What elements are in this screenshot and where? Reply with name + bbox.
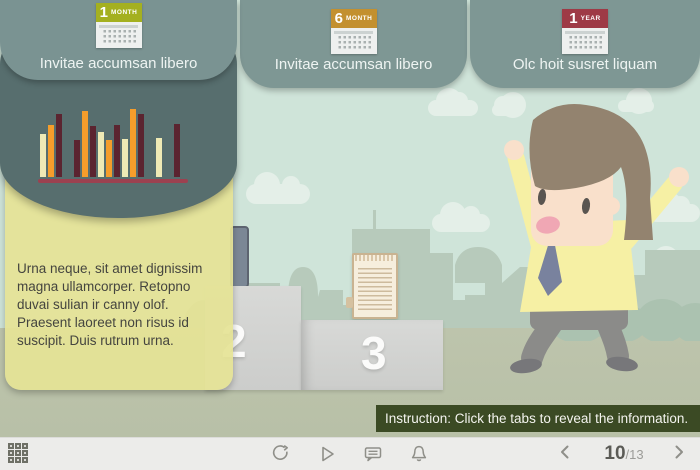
play-icon[interactable]: [316, 443, 338, 465]
calendar-icon: 1 YEAR: [562, 9, 608, 54]
next-slide-icon[interactable]: [670, 443, 692, 465]
calendar-strip: [99, 25, 139, 28]
tab1-body-text: Urna neque, sit amet dignissim magna ull…: [17, 260, 223, 350]
current-slide: 10: [604, 443, 625, 465]
celebrating-businessman: [478, 90, 700, 380]
tab-label: Olc hoit susret liquam: [470, 56, 700, 73]
player-controls: [270, 438, 430, 470]
tab-1-year[interactable]: 1 YEAR Olc hoit susret liquam: [470, 0, 700, 88]
player-bar: 10/13: [0, 437, 700, 470]
calendar-icon: 1 MONTH: [96, 3, 142, 48]
slide: 2 3: [0, 0, 700, 470]
notepad-clip: [346, 297, 353, 308]
calendar-days-grid: [567, 36, 603, 51]
calendar-number: 1: [569, 9, 577, 28]
calendar-days-grid: [336, 36, 372, 51]
calendar-unit: MONTH: [346, 15, 372, 22]
bar-chart: [40, 109, 180, 177]
notepad: [352, 253, 398, 319]
calendar-header: 6 MONTH: [331, 9, 377, 28]
calendar-strip: [334, 31, 374, 34]
podium-third-place: 3: [301, 320, 443, 390]
calendar-header: 1 MONTH: [96, 3, 142, 22]
calendar-number: 6: [335, 9, 343, 28]
replay-icon[interactable]: [270, 443, 292, 465]
cloud-icon: [246, 184, 310, 204]
tab-label: Invitae accumsan libero: [240, 56, 467, 73]
comments-icon[interactable]: [362, 443, 384, 465]
grid-menu-icon[interactable]: [8, 443, 28, 463]
instruction-banner: Instruction: Click the tabs to reveal th…: [376, 405, 700, 432]
calendar-header: 1 YEAR: [562, 9, 608, 28]
tab-6-month[interactable]: 6 MONTH Invitae accumsan libero: [240, 0, 467, 88]
scene-background: 2 3: [0, 0, 700, 437]
tab-label: Invitae accumsan libero: [0, 55, 237, 72]
calendar-days-grid: [101, 30, 137, 45]
calendar-number: 1: [100, 3, 108, 22]
calendar-unit: YEAR: [581, 15, 601, 22]
slide-navigation: 10/13: [556, 438, 692, 470]
instruction-text: Instruction: Click the tabs to reveal th…: [385, 411, 688, 426]
slide-counter: 10/13: [596, 443, 652, 465]
calendar-unit: MONTH: [111, 9, 137, 16]
notifications-icon[interactable]: [408, 443, 430, 465]
previous-slide-icon[interactable]: [556, 443, 578, 465]
bar-chart-axis: [38, 179, 188, 183]
calendar-strip: [565, 31, 605, 34]
calendar-icon: 6 MONTH: [331, 9, 377, 54]
cloud-icon: [428, 100, 478, 116]
tab-1-month[interactable]: 1 MONTH Invitae accumsan libero: [0, 0, 237, 80]
total-slides: 13: [629, 447, 643, 462]
podium-rank: 3: [361, 326, 387, 380]
